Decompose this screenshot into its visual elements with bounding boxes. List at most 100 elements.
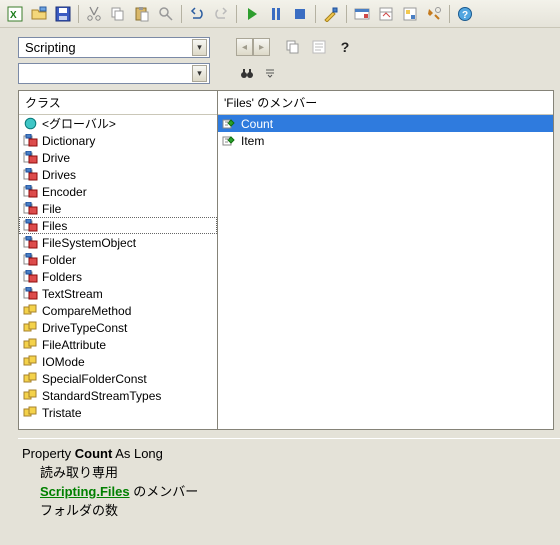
separator [315, 5, 316, 23]
class-item[interactable]: Drive [19, 149, 217, 166]
class-item[interactable]: FileSystemObject [19, 234, 217, 251]
class-item[interactable]: IOMode [19, 353, 217, 370]
class-item[interactable]: <グローバル> [19, 115, 217, 132]
toolbox-icon[interactable] [423, 3, 445, 25]
chevron-down-icon[interactable]: ▾ [192, 65, 207, 82]
class-item-label: StandardStreamTypes [42, 389, 161, 403]
pause-icon[interactable] [265, 3, 287, 25]
options-icon[interactable] [262, 63, 278, 83]
project-icon[interactable] [351, 3, 373, 25]
description: フォルダの数 [22, 502, 556, 521]
help-icon-q[interactable]: ? [334, 37, 356, 57]
class-item-label: Files [42, 219, 67, 233]
enum-icon [23, 372, 38, 386]
stop-icon[interactable] [289, 3, 311, 25]
class-item-label: SpecialFolderConst [42, 372, 147, 386]
class-item-label: DriveTypeConst [42, 321, 127, 335]
readonly-label: 読み取り専用 [22, 464, 556, 483]
cut-icon[interactable] [83, 3, 105, 25]
member-item-label: Count [241, 117, 273, 131]
binoculars-icon[interactable] [236, 63, 258, 83]
class-item[interactable]: Files [19, 217, 217, 234]
class-item-label: CompareMethod [42, 304, 131, 318]
svg-text:X: X [10, 10, 17, 21]
member-item-label: Item [241, 134, 264, 148]
members-header: 'Files' のメンバー [218, 91, 553, 115]
prop-icon [222, 134, 237, 148]
member-item[interactable]: Item [218, 132, 553, 149]
class-item-label: Encoder [42, 185, 87, 199]
enum-icon [23, 406, 38, 420]
globe-icon [23, 117, 38, 131]
class-item[interactable]: TextStream [19, 285, 217, 302]
nav-back-button[interactable]: ◂ [236, 38, 253, 56]
find-icon[interactable] [155, 3, 177, 25]
chevron-down-icon[interactable]: ▾ [192, 39, 207, 56]
design-icon[interactable] [320, 3, 342, 25]
enum-icon [23, 355, 38, 369]
separator [236, 5, 237, 23]
class-item[interactable]: CompareMethod [19, 302, 217, 319]
undo-icon[interactable] [186, 3, 208, 25]
enum-icon [23, 338, 38, 352]
view-def-icon[interactable] [308, 37, 330, 57]
save-icon[interactable] [52, 3, 74, 25]
class-icon [23, 134, 38, 148]
class-icon [23, 202, 38, 216]
copy-icon[interactable] [107, 3, 129, 25]
class-item[interactable]: File [19, 200, 217, 217]
object-browser: Scripting ▾ ◂ ▸ ? ▾ クラス <グローバル>Dictionar… [0, 28, 560, 430]
class-item[interactable]: SpecialFolderConst [19, 370, 217, 387]
members-list[interactable]: Count Item [218, 115, 553, 429]
class-item[interactable]: StandardStreamTypes [19, 387, 217, 404]
enum-icon [23, 321, 38, 335]
class-icon [23, 253, 38, 267]
class-item-label: IOMode [42, 355, 85, 369]
help-icon[interactable]: ? [454, 3, 476, 25]
class-icon [23, 287, 38, 301]
class-item-label: Folders [42, 270, 82, 284]
class-item[interactable]: Encoder [19, 183, 217, 200]
class-item[interactable]: DriveTypeConst [19, 319, 217, 336]
prop-icon [222, 117, 237, 131]
class-item-label: <グローバル> [42, 115, 116, 132]
class-item[interactable]: Tristate [19, 404, 217, 421]
enum-icon [23, 389, 38, 403]
redo-icon[interactable] [210, 3, 232, 25]
separator [181, 5, 182, 23]
object-icon[interactable] [399, 3, 421, 25]
open-icon[interactable] [28, 3, 50, 25]
member-link[interactable]: Scripting.Files [40, 484, 130, 499]
class-item-label: Drives [42, 168, 76, 182]
signature-line: Property Count As Long [22, 445, 556, 464]
class-icon [23, 151, 38, 165]
classes-list[interactable]: <グローバル>Dictionary Drive Drives EncoderFile F… [19, 115, 217, 429]
class-item-label: Tristate [42, 406, 82, 420]
class-icon [23, 270, 38, 284]
class-item[interactable]: Folders [19, 268, 217, 285]
nav-forward-button[interactable]: ▸ [253, 38, 270, 56]
library-combo-value: Scripting [25, 40, 76, 55]
properties-icon[interactable] [375, 3, 397, 25]
paste-icon[interactable] [131, 3, 153, 25]
class-item[interactable]: Folder [19, 251, 217, 268]
class-item[interactable]: FileAttribute [19, 336, 217, 353]
class-item-label: Folder [42, 253, 76, 267]
class-item-label: FileSystemObject [42, 236, 136, 250]
search-combo[interactable]: ▾ [18, 63, 210, 84]
signature-name: Count [75, 446, 113, 461]
members-pane: 'Files' のメンバー Count Item [218, 90, 554, 430]
class-item-label: TextStream [42, 287, 103, 301]
excel-doc-icon[interactable]: X [4, 3, 26, 25]
main-toolbar: X ? [0, 0, 560, 28]
copy-def-icon[interactable] [282, 37, 304, 57]
member-item[interactable]: Count [218, 115, 553, 132]
class-item[interactable]: Dictionary [19, 132, 217, 149]
class-item-label: Drive [42, 151, 70, 165]
classes-header: クラス [19, 91, 217, 115]
class-item-label: FileAttribute [42, 338, 106, 352]
library-combo[interactable]: Scripting ▾ [18, 37, 210, 58]
run-icon[interactable] [241, 3, 263, 25]
separator [78, 5, 79, 23]
class-item[interactable]: Drives [19, 166, 217, 183]
